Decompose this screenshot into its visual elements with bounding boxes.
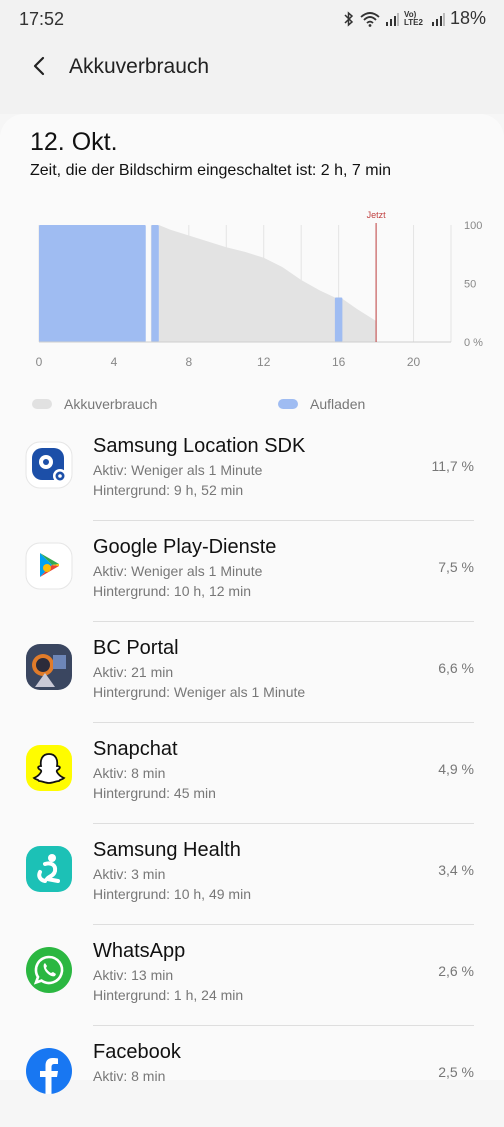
back-arrow-icon[interactable] — [26, 52, 54, 80]
app-background-time: Hintergrund: 10 h, 12 min — [93, 583, 251, 599]
charging-bar — [39, 225, 146, 342]
app-usage-percent: 2,6 % — [438, 963, 474, 979]
legend-swatch-charging — [278, 399, 298, 409]
samsung-location-icon — [25, 441, 73, 489]
app-background-time: Hintergrund: 45 min — [93, 785, 216, 801]
app-row-bc-portal[interactable]: BC Portal Aktiv: 21 min Hintergrund: Wen… — [0, 622, 504, 723]
x-tick-label: 8 — [185, 355, 192, 369]
battery-usage-chart[interactable]: Jetzt 0 4 8 12 16 20 100 50 0 % — [30, 205, 490, 375]
app-active-time: Aktiv: Weniger als 1 Minute — [93, 563, 263, 579]
app-name: WhatsApp — [93, 940, 186, 962]
signal-2-icon — [431, 12, 445, 26]
app-usage-percent: 4,9 % — [438, 761, 474, 777]
status-time: 17:52 — [19, 9, 65, 29]
app-row-google-play-dienste[interactable]: Google Play-Dienste Aktiv: Weniger als 1… — [0, 521, 504, 622]
x-tick-label: 0 — [36, 355, 43, 369]
app-background-time: Hintergrund: 1 h, 24 min — [93, 987, 244, 1003]
app-row-whatsapp[interactable]: WhatsApp Aktiv: 13 min Hintergrund: 1 h,… — [0, 925, 504, 1026]
app-background-time: Hintergrund: 10 h, 49 min — [93, 886, 251, 902]
y-tick-label: 100 — [464, 220, 482, 232]
x-tick-label: 16 — [332, 355, 346, 369]
screen-on-time: Zeit, die der Bildschirm eingeschaltet i… — [30, 162, 392, 179]
legend-item-charging: Aufladen — [278, 396, 365, 412]
google-play-services-icon — [25, 542, 73, 590]
app-active-time: Aktiv: 3 min — [93, 866, 166, 882]
app-name: BC Portal — [93, 637, 179, 659]
app-name: Google Play-Dienste — [93, 536, 277, 558]
charging-bar — [151, 225, 159, 342]
app-row-facebook[interactable]: Facebook Aktiv: 8 min 2,5 % — [0, 1026, 504, 1127]
facebook-icon — [26, 1048, 72, 1094]
legend-item-usage: Akkuverbrauch — [32, 396, 157, 412]
x-tick-label: 20 — [407, 355, 421, 369]
x-tick-label: 4 — [111, 355, 118, 369]
app-usage-percent: 2,5 % — [438, 1064, 474, 1080]
app-usage-percent: 11,7 % — [431, 458, 474, 474]
app-usage-list: Samsung Location SDK Aktiv: Weniger als … — [0, 420, 504, 1127]
status-icons: Vo) LTE2 18% — [343, 8, 486, 29]
app-active-time: Aktiv: 8 min — [93, 765, 166, 781]
app-usage-percent: 3,4 % — [438, 862, 474, 878]
app-name: Samsung Location SDK — [93, 435, 306, 457]
app-name: Facebook — [93, 1041, 181, 1063]
app-name: Samsung Health — [93, 839, 241, 861]
charging-bar — [334, 297, 343, 342]
bluetooth-icon — [344, 10, 354, 27]
page-title: Akkuverbrauch — [69, 55, 210, 78]
app-active-time: Aktiv: Weniger als 1 Minute — [93, 462, 263, 478]
whatsapp-icon — [26, 947, 72, 993]
date-heading: 12. Okt. — [30, 128, 118, 156]
samsung-health-icon — [26, 846, 72, 892]
app-usage-percent: 7,5 % — [438, 559, 474, 575]
app-active-time: Aktiv: 21 min — [93, 664, 174, 680]
y-tick-label: 50 — [464, 279, 476, 291]
app-background-time: Hintergrund: 9 h, 52 min — [93, 482, 244, 498]
app-row-samsung-location-sdk[interactable]: Samsung Location SDK Aktiv: Weniger als … — [0, 420, 504, 521]
usage-area — [158, 225, 377, 342]
app-background-time: Hintergrund: Weniger als 1 Minute — [93, 684, 306, 700]
signal-icon — [385, 12, 399, 26]
legend-label-charging: Aufladen — [310, 396, 366, 412]
app-row-samsung-health[interactable]: Samsung Health Aktiv: 3 min Hintergrund:… — [0, 824, 504, 925]
app-name: Snapchat — [93, 738, 178, 760]
now-label: Jetzt — [367, 210, 387, 220]
y-tick-label: 0 % — [464, 337, 483, 349]
app-row-snapchat[interactable]: Snapchat Aktiv: 8 min Hintergrund: 45 mi… — [0, 723, 504, 824]
app-usage-percent: 6,6 % — [438, 660, 474, 676]
legend-swatch-usage — [32, 399, 52, 409]
network-label: Vo) LTE2 — [403, 9, 423, 27]
x-tick-label: 12 — [257, 355, 271, 369]
snapchat-icon — [26, 745, 72, 791]
status-bar: 17:52 Vo) LTE2 18% — [0, 0, 504, 38]
app-active-time: Aktiv: 13 min — [93, 967, 174, 983]
legend-label-usage: Akkuverbrauch — [64, 396, 158, 412]
wifi-icon — [360, 11, 380, 27]
app-active-time: Aktiv: 8 min — [93, 1068, 166, 1084]
bc-portal-icon — [26, 644, 72, 690]
battery-level: 18% — [449, 8, 486, 28]
app-bar: Akkuverbrauch — [0, 38, 504, 114]
